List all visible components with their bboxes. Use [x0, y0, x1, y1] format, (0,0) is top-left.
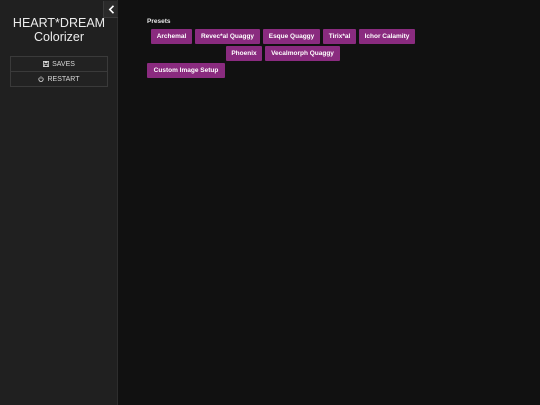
custom-image-setup-button[interactable]: Custom Image Setup — [147, 63, 225, 78]
sidebar: HEART*DREAM Colorizer SAVES RESTART — [0, 0, 118, 405]
preset-button-ichor-calamity[interactable]: Ichor Calamity — [359, 29, 415, 44]
presets-heading: Presets — [147, 18, 171, 25]
preset-button-vecalmorph-quaggy[interactable]: Vecalmorph Quaggy — [265, 46, 340, 61]
power-icon — [38, 76, 45, 82]
main-content: Presets Archemal Revec*al Quaggy Esque Q… — [118, 0, 540, 405]
restart-label: RESTART — [47, 75, 80, 83]
restart-button[interactable]: RESTART — [11, 71, 107, 86]
save-icon — [43, 61, 50, 67]
app-root: HEART*DREAM Colorizer SAVES RESTART Pres… — [0, 0, 540, 405]
preset-button-tirixal[interactable]: Tirix*al — [323, 29, 356, 44]
app-title-line-2: Colorizer — [33, 30, 84, 44]
chevron-left-icon — [108, 4, 115, 14]
preset-button-phoenix[interactable]: Phoenix — [226, 46, 262, 61]
saves-button[interactable]: SAVES — [11, 57, 107, 71]
preset-button-revecal-quaggy[interactable]: Revec*al Quaggy — [195, 29, 260, 44]
sidebar-menu: SAVES RESTART — [10, 56, 108, 87]
app-title-line-1: HEART*DREAM — [12, 16, 106, 30]
preset-button-archemal[interactable]: Archemal — [151, 29, 192, 44]
saves-label: SAVES — [52, 60, 75, 68]
preset-button-esque-quaggy[interactable]: Esque Quaggy — [263, 29, 320, 44]
app-title: HEART*DREAM Colorizer — [0, 16, 118, 44]
